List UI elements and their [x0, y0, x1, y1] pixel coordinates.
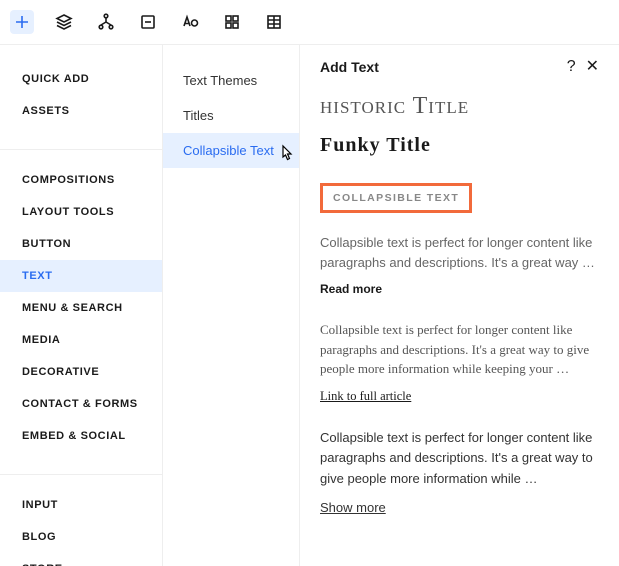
primary-sidebar: QUICK ADD ASSETS COMPOSITIONS LAYOUT TOO… [0, 45, 163, 566]
section-label: COLLAPSIBLE TEXT [333, 192, 459, 204]
close-button[interactable]: ✕ [586, 59, 599, 75]
help-button[interactable]: ? [567, 59, 576, 75]
panel-header: Add Text ? ✕ [320, 59, 599, 75]
sidebar-item-compositions[interactable]: COMPOSITIONS [0, 164, 162, 196]
layers-icon [55, 13, 73, 31]
sidebar-divider [0, 149, 162, 150]
sidebar-item-layout-tools[interactable]: LAYOUT TOOLS [0, 196, 162, 228]
minus-box-icon [140, 14, 156, 30]
sidebar-divider [0, 474, 162, 475]
sidebar-group-2: COMPOSITIONS LAYOUT TOOLS BUTTON TEXT ME… [0, 164, 162, 460]
secondary-sidebar: Text Themes Titles Collapsible Text [163, 45, 300, 566]
sidebar-item-blog[interactable]: BLOG [0, 521, 162, 553]
layers-button[interactable] [52, 10, 76, 34]
sidebar-item-text[interactable]: TEXT [0, 260, 162, 292]
typography-icon [181, 13, 199, 31]
collapsible-example-2[interactable]: Collapsible text is perfect for longer c… [320, 320, 599, 404]
collapsible-example-3[interactable]: Collapsible text is perfect for longer c… [320, 428, 599, 515]
structure-button[interactable] [94, 10, 118, 34]
show-more-link[interactable]: Show more [320, 500, 599, 515]
historic-title-preview[interactable]: historic Title [320, 93, 599, 120]
panel-controls: ? ✕ [567, 59, 599, 75]
example-body: Collapsible text is perfect for longer c… [320, 233, 599, 272]
top-toolbar [0, 0, 619, 45]
plus-icon [14, 14, 30, 30]
content-panel: Add Text ? ✕ historic Title Funky Title … [300, 45, 619, 566]
main-area: QUICK ADD ASSETS COMPOSITIONS LAYOUT TOO… [0, 45, 619, 566]
structure-icon [97, 13, 115, 31]
sidebar-item-media[interactable]: MEDIA [0, 324, 162, 356]
table-icon [266, 14, 282, 30]
funky-title-preview[interactable]: Funky Title [320, 134, 599, 157]
sidebar-item-embed-social[interactable]: EMBED & SOCIAL [0, 420, 162, 452]
read-more-link[interactable]: Read more [320, 282, 599, 296]
full-article-link[interactable]: Link to full article [320, 389, 599, 404]
section-button[interactable] [136, 10, 160, 34]
grid-button[interactable] [220, 10, 244, 34]
sidebar-item-quick-add[interactable]: QUICK ADD [0, 63, 162, 95]
sidebar-item-contact-forms[interactable]: CONTACT & FORMS [0, 388, 162, 420]
add-element-button[interactable] [10, 10, 34, 34]
example-body: Collapsible text is perfect for longer c… [320, 428, 599, 490]
sidebar-item-input[interactable]: INPUT [0, 489, 162, 521]
grid-icon [224, 14, 240, 30]
submenu-collapsible-text[interactable]: Collapsible Text [163, 133, 299, 168]
sidebar-group-3: INPUT BLOG STORE [0, 489, 162, 566]
sidebar-group-1: QUICK ADD ASSETS [0, 63, 162, 135]
example-body: Collapsible text is perfect for longer c… [320, 320, 599, 379]
sidebar-item-decorative[interactable]: DECORATIVE [0, 356, 162, 388]
typography-button[interactable] [178, 10, 202, 34]
sidebar-item-assets[interactable]: ASSETS [0, 95, 162, 127]
sidebar-item-menu-search[interactable]: MENU & SEARCH [0, 292, 162, 324]
submenu-titles[interactable]: Titles [163, 98, 299, 133]
sidebar-item-store[interactable]: STORE [0, 553, 162, 566]
sidebar-item-button[interactable]: BUTTON [0, 228, 162, 260]
collapsible-example-1[interactable]: Collapsible text is perfect for longer c… [320, 233, 599, 296]
table-button[interactable] [262, 10, 286, 34]
section-label-highlight: COLLAPSIBLE TEXT [320, 183, 472, 213]
submenu-text-themes[interactable]: Text Themes [163, 63, 299, 98]
panel-title: Add Text [320, 59, 379, 75]
